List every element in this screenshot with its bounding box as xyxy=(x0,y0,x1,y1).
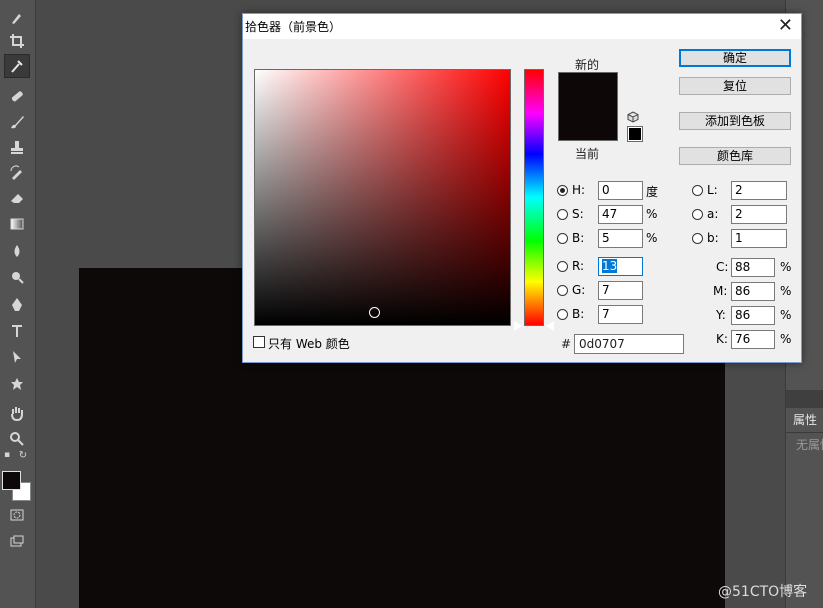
web-colors-checkbox[interactable] xyxy=(253,336,265,348)
lab-a-label: a: xyxy=(707,207,719,221)
hue-slider-right-handle[interactable] xyxy=(546,321,554,331)
hue-unit: 度 xyxy=(646,185,659,199)
yellow-label: Y: xyxy=(716,308,726,322)
hex-hash-label: # xyxy=(561,337,572,351)
screen-mode-icon[interactable] xyxy=(4,530,30,554)
lab-l-radio[interactable] xyxy=(692,185,703,196)
close-icon[interactable]: ✕ xyxy=(778,16,793,36)
current-color-label: 当前 xyxy=(575,147,600,161)
lab-l-input[interactable]: 2 xyxy=(731,181,787,200)
healing-brush-icon[interactable] xyxy=(4,84,30,108)
add-to-swatches-button[interactable]: 添加到色板 xyxy=(679,112,791,130)
properties-tab[interactable]: 属性 xyxy=(793,411,817,428)
lab-b-input[interactable]: 1 xyxy=(731,229,787,248)
eraser-icon[interactable] xyxy=(4,186,30,210)
clone-stamp-icon[interactable] xyxy=(4,135,30,159)
lab-a-radio[interactable] xyxy=(692,209,703,220)
brush-icon[interactable] xyxy=(4,6,30,30)
saturation-input[interactable]: 47 xyxy=(598,205,643,224)
yellow-unit: % xyxy=(780,308,792,322)
history-brush-icon[interactable] xyxy=(4,161,30,185)
ok-button[interactable]: 确定 xyxy=(679,49,791,67)
hue-input[interactable]: 0 xyxy=(598,181,643,200)
brightness-label: B: xyxy=(572,231,585,245)
panel-divider xyxy=(786,432,823,433)
lab-a-input[interactable]: 2 xyxy=(731,205,787,224)
blur-drop-icon[interactable] xyxy=(4,239,30,263)
blue-input[interactable]: 7 xyxy=(598,305,643,324)
brush-tool-icon[interactable] xyxy=(4,110,30,134)
path-selection-icon[interactable] xyxy=(4,345,30,369)
brightness-radio[interactable] xyxy=(557,233,568,244)
black-unit: % xyxy=(780,332,792,346)
foreground-color-swatch[interactable] xyxy=(2,471,21,490)
color-libraries-button[interactable]: 颜色库 xyxy=(679,147,791,165)
saturation-radio[interactable] xyxy=(557,209,568,220)
lab-b-label: b: xyxy=(707,231,719,245)
yellow-input[interactable]: 86 xyxy=(731,306,775,325)
new-color-label: 新的 xyxy=(575,58,600,72)
hue-radio[interactable] xyxy=(557,185,568,196)
type-tool-icon[interactable] xyxy=(4,319,30,343)
saturation-brightness-field[interactable] xyxy=(254,69,511,326)
crop-tool-icon[interactable] xyxy=(4,29,30,53)
saturation-unit: % xyxy=(646,207,658,221)
dialog-title: 拾色器（前景色） xyxy=(245,20,342,34)
red-radio[interactable] xyxy=(557,261,568,272)
watermark: @51CTO博客 xyxy=(718,584,808,600)
lab-b-radio[interactable] xyxy=(692,233,703,244)
pen-icon[interactable] xyxy=(4,293,30,317)
black-label: K: xyxy=(716,332,728,346)
out-of-gamut-cube-icon[interactable] xyxy=(627,111,639,123)
dodge-icon[interactable] xyxy=(4,265,30,289)
brightness-unit: % xyxy=(646,231,658,245)
green-radio[interactable] xyxy=(557,285,568,296)
panel-collapse-strip[interactable] xyxy=(786,390,823,408)
eyedropper-tool-icon[interactable] xyxy=(4,54,30,78)
green-input[interactable]: 7 xyxy=(598,281,643,300)
tools-panel: ▪ ↻ xyxy=(0,0,36,608)
custom-shape-icon[interactable] xyxy=(4,372,30,396)
default-colors-icon[interactable]: ▪ xyxy=(0,448,14,462)
brightness-input[interactable]: 5 xyxy=(598,229,643,248)
lab-l-label: L: xyxy=(707,183,718,197)
magenta-label: M: xyxy=(713,284,728,298)
color-field-cursor[interactable] xyxy=(369,307,380,318)
cyan-unit: % xyxy=(780,260,792,274)
properties-empty-text: 无属性 xyxy=(796,438,823,452)
green-label: G: xyxy=(572,283,586,297)
cyan-label: C: xyxy=(716,260,729,274)
red-input-value: 13 xyxy=(602,259,618,273)
gradient-icon[interactable] xyxy=(4,212,30,236)
quick-mask-icon[interactable] xyxy=(4,503,30,527)
cyan-input[interactable]: 88 xyxy=(731,258,775,277)
color-preview xyxy=(558,72,618,141)
hue-slider-left-handle[interactable] xyxy=(514,321,522,331)
web-safe-swatch[interactable] xyxy=(627,126,643,142)
red-input[interactable]: 13 xyxy=(598,257,643,276)
color-picker-dialog: 拾色器（前景色） ✕ 新的 当前 确定 复位 添加到色板 颜色库 H: 0 度 … xyxy=(242,13,802,363)
hex-input[interactable]: 0d0707 xyxy=(574,334,684,354)
reset-button[interactable]: 复位 xyxy=(679,77,791,95)
black-input[interactable]: 76 xyxy=(731,330,775,349)
magenta-input[interactable]: 86 xyxy=(731,282,775,301)
hand-tool-icon[interactable] xyxy=(4,401,30,425)
magenta-unit: % xyxy=(780,284,792,298)
saturation-label: S: xyxy=(572,207,584,221)
web-colors-label: 只有 Web 颜色 xyxy=(268,337,350,351)
dialog-titlebar[interactable]: 拾色器（前景色） ✕ xyxy=(243,14,801,39)
blue-radio[interactable] xyxy=(557,309,568,320)
hue-label: H: xyxy=(572,183,586,197)
hue-slider[interactable] xyxy=(524,69,544,326)
blue-label: B: xyxy=(572,307,585,321)
swap-colors-icon[interactable]: ↻ xyxy=(16,448,30,462)
red-label: R: xyxy=(572,259,585,273)
